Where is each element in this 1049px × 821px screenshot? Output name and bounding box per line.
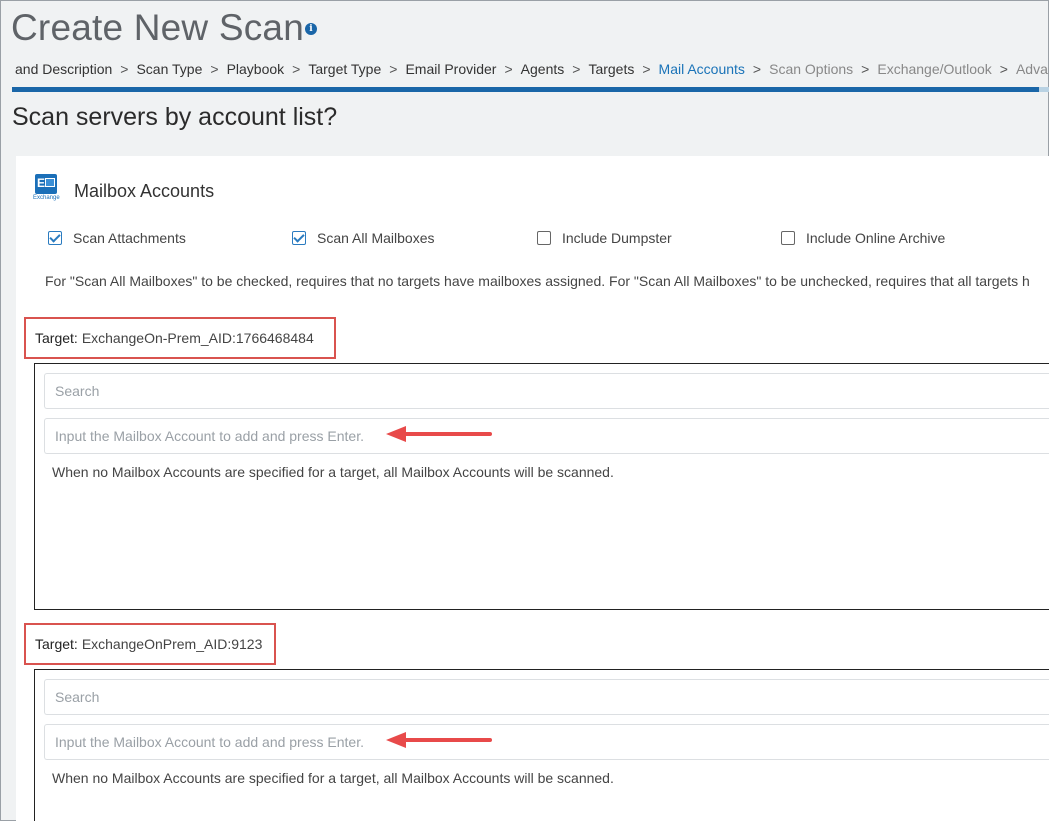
step-separator: > — [120, 61, 129, 77]
target-label-highlight: Target: ExchangeOnPrem_AID:9123 — [24, 623, 276, 665]
step-targets[interactable]: Targets — [588, 61, 634, 77]
scan-attachments-label: Scan Attachments — [73, 230, 186, 246]
include-online-archive-checkbox[interactable] — [781, 231, 795, 245]
step-separator: > — [292, 61, 301, 77]
include-dumpster-checkbox[interactable] — [537, 231, 551, 245]
target-label-key: Target: — [35, 330, 78, 346]
step-exchange-outlook[interactable]: Exchange/Outlook — [877, 61, 991, 77]
info-icon[interactable]: i — [304, 23, 317, 35]
step-separator: > — [861, 61, 870, 77]
scan-options-row: Scan Attachments Scan All Mailboxes Incl… — [48, 230, 1048, 250]
exchange-icon: E Exchange — [33, 174, 60, 201]
mailbox-panel: E Exchange Mailbox Accounts Scan Attachm… — [16, 156, 1049, 821]
mailbox-header: E Exchange Mailbox Accounts — [33, 174, 215, 204]
include-dumpster-label: Include Dumpster — [562, 230, 672, 246]
scan-attachments-checkbox[interactable] — [48, 231, 62, 245]
mailbox-accounts-title: Mailbox Accounts — [74, 180, 215, 201]
step-mail-accounts[interactable]: Mail Accounts — [659, 61, 745, 77]
include-online-archive-label: Include Online Archive — [806, 230, 946, 246]
step-name-description[interactable]: and Description — [15, 61, 112, 77]
step-target-type[interactable]: Target Type — [308, 61, 381, 77]
mailbox-hint-text: When no Mailbox Accounts are specified f… — [52, 770, 614, 786]
step-separator: > — [752, 61, 762, 77]
target-mailbox-box: Search Input the Mailbox Account to add … — [34, 363, 1049, 610]
mailbox-search-input[interactable]: Search — [44, 679, 1049, 715]
page-title: Create New Scan — [11, 7, 304, 48]
scan-all-mailboxes-checkbox[interactable] — [292, 231, 306, 245]
mailbox-account-input[interactable]: Input the Mailbox Account to add and pre… — [44, 418, 1049, 454]
option-scan-all-mailboxes[interactable]: Scan All Mailboxes — [292, 230, 435, 246]
annotation-arrow-icon — [386, 426, 492, 442]
step-separator: > — [572, 61, 581, 77]
scan-all-mailboxes-label: Scan All Mailboxes — [317, 230, 435, 246]
exchange-icon-caption: Exchange — [33, 195, 60, 201]
mailbox-account-input[interactable]: Input the Mailbox Account to add and pre… — [44, 724, 1049, 760]
section-heading: Scan servers by account list? — [12, 103, 338, 131]
option-include-online-archive[interactable]: Include Online Archive — [781, 230, 945, 246]
scan-all-mailboxes-note: For "Scan All Mailboxes" to be checked, … — [45, 273, 1030, 289]
step-advanced[interactable]: Advan — [1016, 61, 1049, 77]
step-scan-options[interactable]: Scan Options — [769, 61, 853, 77]
target-mailbox-box: Search Input the Mailbox Account to add … — [34, 669, 1049, 821]
step-playbook[interactable]: Playbook — [227, 61, 285, 77]
mailbox-hint-text: When no Mailbox Accounts are specified f… — [52, 464, 614, 480]
target-label-value: ExchangeOnPrem_AID:9123 — [81, 636, 263, 652]
option-include-dumpster[interactable]: Include Dumpster — [537, 230, 672, 246]
step-separator: > — [999, 61, 1008, 77]
wizard-steps: and Description > Scan Type > Playbook >… — [15, 59, 1049, 79]
step-separator: > — [642, 61, 651, 77]
option-scan-attachments[interactable]: Scan Attachments — [48, 230, 186, 246]
mailbox-search-input[interactable]: Search — [44, 373, 1049, 409]
wizard-progress-track — [12, 87, 1049, 92]
wizard-progress-fill — [12, 87, 1039, 92]
target-label-key: Target: — [35, 636, 78, 652]
target-label-value: ExchangeOn-Prem_AID:1766468484 — [81, 330, 314, 346]
title-row: Create New Scan i — [11, 5, 317, 51]
step-separator: > — [389, 61, 398, 77]
step-email-provider[interactable]: Email Provider — [405, 61, 496, 77]
target-label-highlight: Target: ExchangeOn-Prem_AID:1766468484 — [24, 317, 336, 359]
annotation-arrow-icon — [386, 732, 492, 748]
step-agents[interactable]: Agents — [521, 61, 565, 77]
step-separator: > — [504, 61, 513, 77]
step-scan-type[interactable]: Scan Type — [136, 61, 202, 77]
step-separator: > — [210, 61, 219, 77]
